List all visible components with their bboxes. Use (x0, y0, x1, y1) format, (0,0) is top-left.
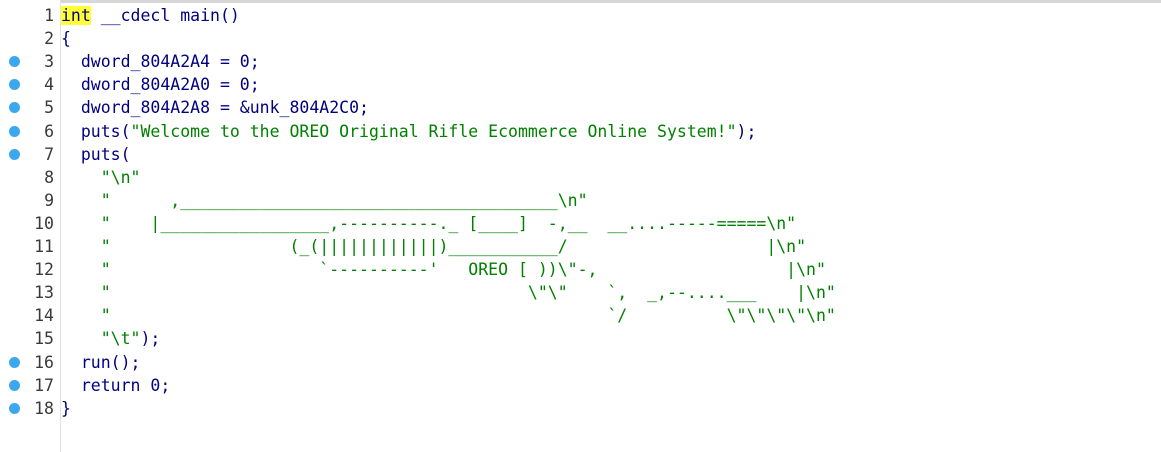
line-number: 11 (34, 237, 54, 256)
line-number: 5 (44, 98, 54, 118)
string-literal: " ,_____________________________________… (100, 190, 588, 210)
code-text[interactable]: int __cdecl main() (61, 4, 240, 27)
string-literal: "\n" (100, 167, 141, 187)
breakpoint-dot-icon[interactable] (9, 79, 20, 91)
code-text[interactable]: " |_________________,----------._ [____]… (61, 212, 796, 235)
code-line[interactable]: 18} (0, 397, 1161, 420)
code-line[interactable]: 14 " `/ \"\"\"\"\n" (0, 304, 1161, 327)
breakpoint-dot-icon[interactable] (9, 102, 20, 114)
code-text[interactable]: return 0; (61, 374, 170, 397)
code-token: ); (736, 121, 757, 141)
code-token: ); (140, 329, 161, 349)
breakpoint-dot-icon[interactable] (9, 56, 20, 68)
code-line[interactable]: 15 "\t"); (0, 327, 1161, 350)
code-token: __cdecl main() (90, 6, 240, 25)
code-text[interactable]: "\n" (61, 166, 141, 189)
line-number: 6 (44, 121, 54, 141)
code-token: { (61, 29, 71, 49)
code-text[interactable]: { (61, 27, 71, 50)
code-token: run(); (61, 352, 141, 372)
string-literal: " \"\" `, _,--....___ |\n" (100, 283, 836, 303)
code-token: dword_804A2A8 = &unk_804A2C0; (61, 98, 369, 118)
line-number: 8 (44, 167, 54, 187)
code-line[interactable]: 13 " \"\" `, _,--....___ |\n" (0, 281, 1161, 304)
line-number: 13 (34, 283, 54, 303)
code-text[interactable]: puts("Welcome to the OREO Original Rifle… (61, 120, 757, 143)
code-line[interactable]: 8 "\n" (0, 166, 1161, 189)
line-number: 2 (44, 29, 54, 49)
code-line[interactable]: 2{ (0, 27, 1161, 50)
code-line[interactable]: 3 dword_804A2A4 = 0; (0, 50, 1161, 73)
breakpoint-dot-icon[interactable] (9, 148, 20, 160)
code-text[interactable]: dword_804A2A8 = &unk_804A2C0; (61, 96, 369, 119)
code-token: puts( (61, 144, 131, 164)
code-line[interactable]: 17 return 0; (0, 374, 1161, 397)
string-literal: "Welcome to the OREO Original Rifle Ecom… (130, 121, 737, 141)
code-text[interactable]: dword_804A2A0 = 0; (61, 73, 260, 96)
code-text[interactable]: } (61, 397, 71, 420)
code-line[interactable]: 6 puts("Welcome to the OREO Original Rif… (0, 120, 1161, 143)
code-line[interactable]: 7 puts( (0, 143, 1161, 166)
code-text[interactable]: " (_(||||||||||||)___________/ |\n" (61, 235, 806, 258)
pseudocode-editor[interactable]: 1 int __cdecl main() 2{3 dword_804A2A4 = 0… (0, 0, 1161, 452)
code-text[interactable]: " \"\" `, _,--....___ |\n" (61, 281, 836, 304)
code-line[interactable]: 10 " |_________________,----------._ [__… (0, 212, 1161, 235)
line-number: 14 (34, 306, 54, 326)
code-token: } (61, 398, 71, 418)
breakpoint-dot-icon[interactable] (9, 379, 20, 391)
code-token: dword_804A2A0 = 0; (61, 75, 260, 95)
code-text[interactable]: run(); (61, 351, 141, 374)
line-number: 1 (44, 6, 54, 25)
line-number: 18 (34, 398, 54, 418)
code-token: puts( (61, 121, 131, 141)
line-number: 12 (34, 260, 54, 280)
code-token: dword_804A2A4 = 0; (61, 52, 260, 72)
string-literal: " (_(||||||||||||)___________/ |\n" (100, 237, 807, 256)
code-text[interactable]: dword_804A2A4 = 0; (61, 50, 260, 73)
code-token: return 0; (61, 375, 171, 395)
string-literal: " |_________________,----------._ [____]… (100, 213, 797, 233)
code-text[interactable]: puts( (61, 143, 131, 166)
string-literal: " `----------' OREO [ ))\"-, |\n" (100, 260, 826, 280)
top-border (0, 0, 1161, 3)
code-line[interactable]: 12 " `----------' OREO [ ))\"-, |\n" (0, 258, 1161, 281)
code-text[interactable]: " `/ \"\"\"\"\n" (61, 304, 836, 327)
string-literal: " `/ \"\"\"\"\n" (100, 306, 836, 326)
code-line[interactable]: 11 " (_(||||||||||||)___________/ |\n" (0, 235, 1161, 258)
line-number: 10 (34, 213, 54, 233)
breakpoint-dot-icon[interactable] (9, 125, 20, 137)
code-line[interactable]: 4 dword_804A2A0 = 0; (0, 73, 1161, 96)
line-number: 15 (34, 329, 54, 349)
code-text[interactable]: " `----------' OREO [ ))\"-, |\n" (61, 258, 826, 281)
code-text[interactable]: " ,_____________________________________… (61, 189, 588, 212)
code-text[interactable]: "\t"); (61, 327, 161, 350)
breakpoint-dot-icon[interactable] (9, 402, 20, 414)
keyword-token: int (61, 6, 91, 25)
line-number: 17 (34, 375, 54, 395)
line-number: 3 (44, 52, 54, 72)
string-literal: "\t" (100, 329, 141, 349)
line-number: 4 (44, 75, 54, 95)
line-number: 16 (34, 352, 54, 372)
code-line[interactable]: 1 int __cdecl main() (0, 4, 1161, 27)
code-line[interactable]: 5 dword_804A2A8 = &unk_804A2C0; (0, 96, 1161, 119)
line-number: 7 (44, 144, 54, 164)
code-line[interactable]: 9 " ,___________________________________… (0, 189, 1161, 212)
code-line[interactable]: 16 run(); (0, 351, 1161, 374)
breakpoint-dot-icon[interactable] (9, 356, 20, 368)
line-number: 9 (44, 190, 54, 210)
